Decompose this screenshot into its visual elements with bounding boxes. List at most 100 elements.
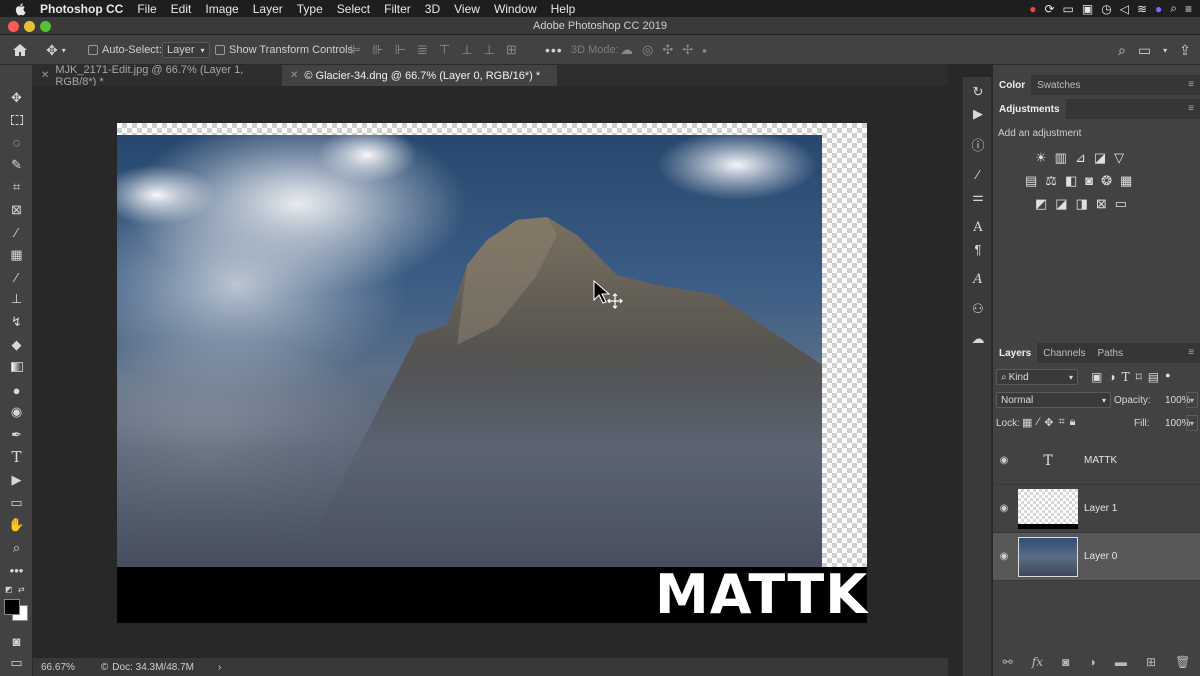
close-icon[interactable]: ✕ [290, 70, 298, 81]
orbit-3d-icon[interactable]: ☁ [620, 42, 633, 58]
crop-tool-icon[interactable]: ⌗ [0, 177, 33, 197]
history-brush-tool-icon[interactable]: ↯ [0, 312, 33, 332]
filter-pixel-icon[interactable]: ▣ [1091, 370, 1102, 384]
align-right-icon[interactable]: ⊩ [395, 42, 406, 58]
new-adjustment-layer-icon[interactable]: ◑ [1088, 655, 1095, 669]
lock-all-icon[interactable]: 🔒︎ [1070, 416, 1076, 429]
zoom-window-button[interactable] [40, 21, 51, 32]
workspace-icon[interactable]: ▭ [1138, 42, 1151, 59]
libraries-panel-icon[interactable]: ⚇ [963, 299, 993, 319]
properties-panel-icon[interactable]: ⚌ [963, 187, 993, 207]
quick-mask-icon[interactable]: ◙ [0, 631, 33, 651]
gradient-map-icon[interactable]: ▭ [1115, 196, 1127, 212]
filter-smart-object-icon[interactable]: ▤ [1148, 370, 1159, 384]
hue-saturation-icon[interactable]: ▤ [1025, 173, 1037, 189]
panel-menu-icon[interactable]: ≡ [1188, 79, 1194, 90]
brushes-panel-icon[interactable]: ⁄ [963, 164, 993, 184]
slide-3d-icon[interactable]: ✢ [682, 42, 693, 58]
filter-type-icon[interactable]: T [1122, 370, 1130, 384]
align-top-icon[interactable]: ⊤ [439, 42, 450, 58]
align-middle-icon[interactable]: ⊥ [461, 42, 472, 58]
wifi-icon[interactable]: ≋ [1137, 2, 1147, 16]
roll-3d-icon[interactable]: ◎ [642, 42, 653, 58]
character-panel-icon[interactable]: A [963, 217, 993, 237]
new-group-icon[interactable]: ▬ [1115, 655, 1127, 669]
tab-mjk-2171[interactable]: ✕ MJK_2171-Edit.jpg @ 66.7% (Layer 1, RG… [33, 64, 280, 88]
screen-icon[interactable]: ▭ [1063, 2, 1074, 16]
layer-row-layer-1[interactable]: ◉ Layer 1 [993, 485, 1200, 533]
visibility-eye-icon[interactable]: ◉ [993, 455, 1015, 466]
distribute-vertical-icon[interactable]: ⊞ [506, 42, 517, 58]
volume-icon[interactable]: ◁ [1120, 2, 1129, 16]
threshold-icon[interactable]: ◨ [1076, 196, 1088, 212]
creative-cloud-icon[interactable]: ● [1029, 2, 1036, 16]
edit-toolbar-icon[interactable]: ••• [0, 560, 33, 580]
siri-icon[interactable]: ● [1155, 2, 1162, 16]
layer-filter-dropdown[interactable]: ⌕ Kind ▾ [996, 369, 1078, 385]
notification-center-icon[interactable]: ≡ [1185, 2, 1192, 16]
menu-edit[interactable]: Edit [171, 2, 192, 16]
gradient-tool-icon[interactable] [0, 357, 33, 377]
menu-view[interactable]: View [454, 2, 480, 16]
align-center-icon[interactable]: ⊪ [372, 42, 383, 58]
search-icon[interactable]: ⌕ [1118, 42, 1126, 59]
type-tool-icon[interactable]: T [0, 447, 33, 467]
marquee-tool-icon[interactable] [0, 110, 33, 130]
pan-3d-icon[interactable]: ✣ [662, 42, 673, 58]
foreground-color-swatch[interactable] [4, 599, 20, 615]
healing-brush-tool-icon[interactable]: ▦ [0, 245, 33, 265]
zoom-level[interactable]: 66.67% [41, 662, 75, 673]
color-balance-icon[interactable]: ⚖ [1045, 173, 1057, 189]
show-transform-checkbox[interactable] [215, 45, 225, 55]
channel-mixer-icon[interactable]: ❂ [1101, 173, 1112, 189]
fill-field[interactable]: 100% [1161, 415, 1191, 431]
apple-icon[interactable] [14, 2, 28, 16]
more-options-button[interactable]: ••• [545, 35, 563, 65]
auto-select-toggle[interactable]: Auto-Select: [88, 35, 162, 65]
menu-window[interactable]: Window [494, 2, 537, 16]
opacity-field[interactable]: 100% [1161, 392, 1191, 408]
tab-swatches[interactable]: Swatches [1031, 75, 1086, 95]
add-mask-icon[interactable]: ◙ [1062, 655, 1069, 669]
menu-select[interactable]: Select [337, 2, 370, 16]
tab-channels[interactable]: Channels [1037, 343, 1091, 363]
document-image[interactable] [117, 135, 822, 567]
path-selection-tool-icon[interactable]: ▶ [0, 470, 33, 490]
clone-stamp-tool-icon[interactable]: ⊥ [0, 289, 33, 309]
selective-color-icon[interactable]: ⊠ [1096, 196, 1107, 212]
blur-tool-icon[interactable]: ● [0, 380, 33, 400]
levels-icon[interactable]: ▥ [1055, 150, 1067, 166]
default-colors-icon[interactable]: ◩ [5, 585, 13, 594]
photo-filter-icon[interactable]: ◙ [1085, 173, 1093, 189]
history-panel-icon[interactable]: ↻ [963, 82, 993, 102]
visibility-eye-icon[interactable]: ◉ [993, 503, 1015, 514]
creative-cloud-panel-icon[interactable]: ☁ [963, 329, 993, 349]
minimize-window-button[interactable] [24, 21, 35, 32]
spotlight-icon[interactable]: ⌕ [1170, 1, 1177, 16]
menu-help[interactable]: Help [551, 2, 576, 16]
filter-shape-icon[interactable]: ⌑ [1136, 370, 1142, 384]
display-icon[interactable]: ▣ [1082, 2, 1093, 16]
auto-select-checkbox[interactable] [88, 45, 98, 55]
scale-3d-icon[interactable]: ▪ [702, 43, 707, 58]
timer-icon[interactable]: ◷ [1101, 2, 1111, 16]
info-panel-icon[interactable]: ⓘ [963, 134, 993, 154]
link-layers-icon[interactable]: ⚯ [1003, 655, 1013, 669]
menu-filter[interactable]: Filter [384, 2, 411, 16]
quick-select-tool-icon[interactable]: ✎ [0, 155, 33, 175]
rectangle-tool-icon[interactable]: ▭ [0, 493, 33, 513]
filter-adjustment-icon[interactable]: ◑ [1108, 370, 1115, 384]
panel-menu-icon[interactable]: ≡ [1188, 103, 1194, 114]
layer-row-layer-0[interactable]: ◉ Layer 0 [993, 533, 1200, 581]
tab-color[interactable]: Color [993, 75, 1032, 95]
lock-transparent-icon[interactable]: ▦ [1022, 416, 1032, 429]
distribute-icon[interactable]: ≣ [417, 42, 428, 58]
color-lookup-icon[interactable]: ▦ [1120, 173, 1132, 189]
curves-icon[interactable]: ⊿ [1075, 150, 1086, 166]
tab-adjustments[interactable]: Adjustments [993, 99, 1066, 119]
brush-tool-icon[interactable]: ⁄ [0, 267, 33, 287]
frame-tool-icon[interactable]: ⊠ [0, 200, 33, 220]
tab-glacier-34[interactable]: ✕ © Glacier-34.dng @ 66.7% (Layer 0, RGB… [282, 65, 557, 86]
chevron-down-icon[interactable]: ▾ [1163, 46, 1167, 55]
lock-artboard-icon[interactable]: ⌗ [1058, 416, 1064, 429]
